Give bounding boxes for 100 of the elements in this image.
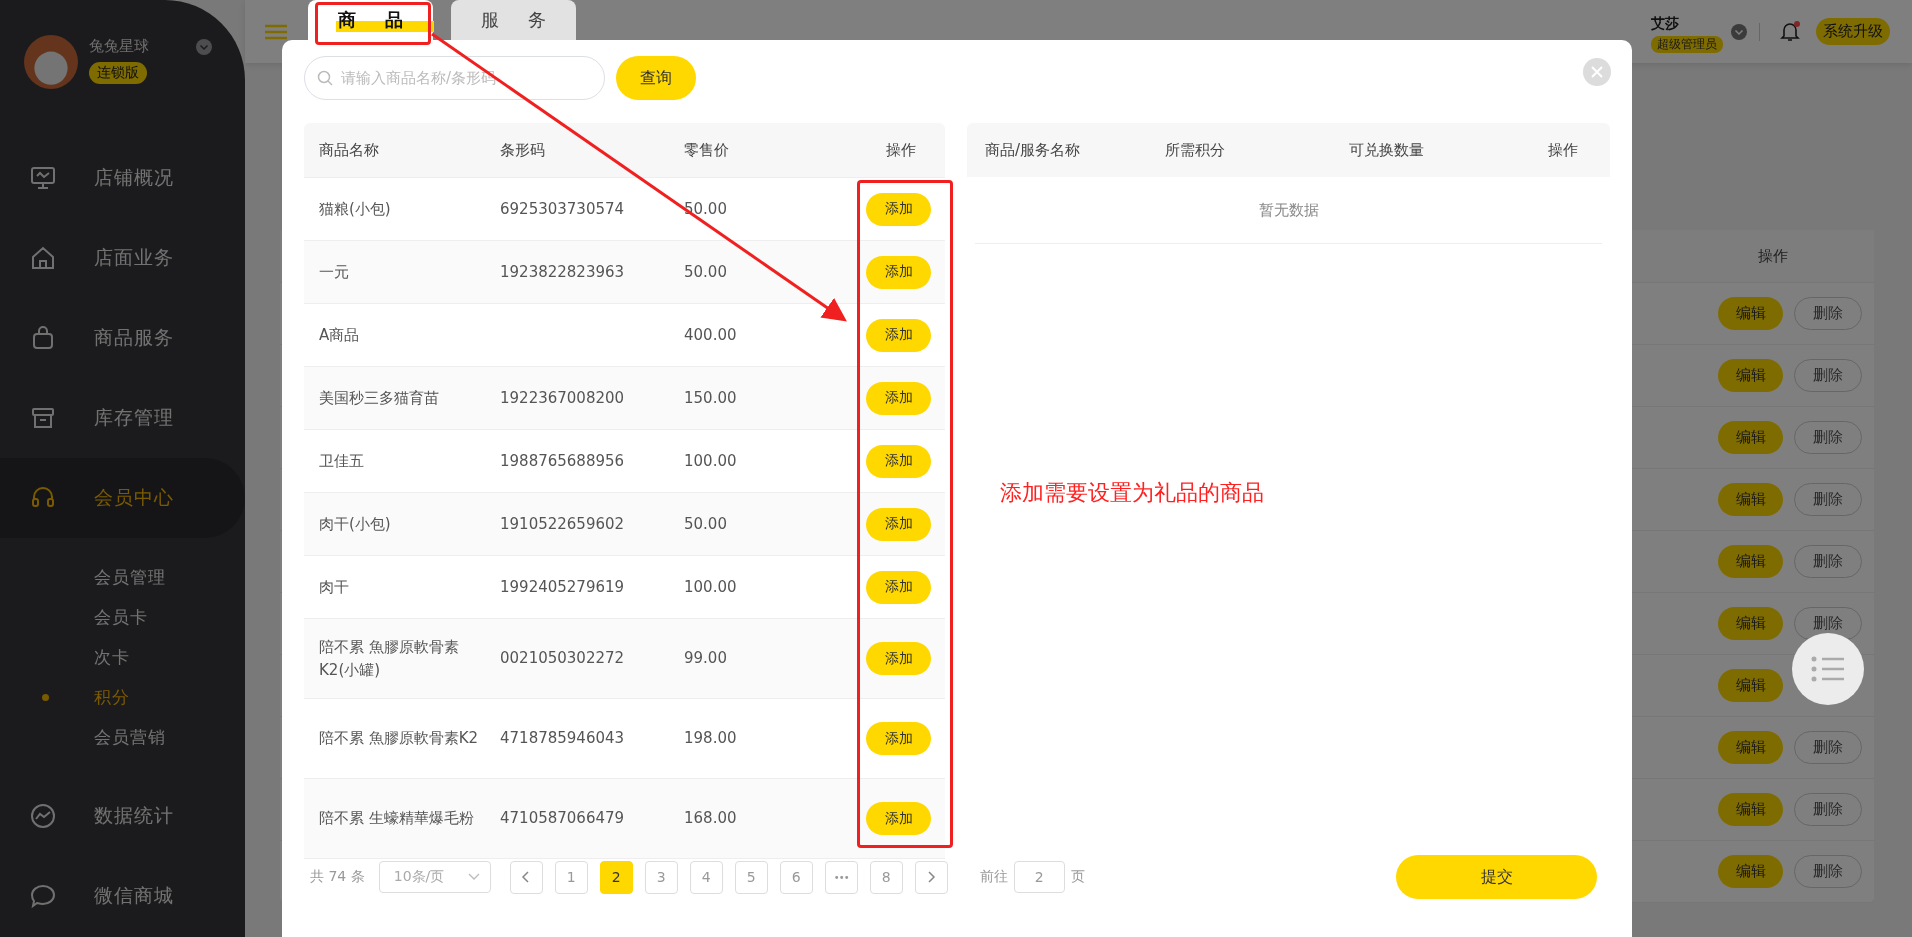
table-cell-text: 400.00 bbox=[684, 324, 738, 346]
page-button[interactable]: 4 bbox=[689, 860, 723, 894]
table-cell-text: 猫粮(小包) bbox=[318, 198, 392, 220]
nav-item[interactable]: 库存管理 bbox=[0, 378, 245, 458]
column-header: 零售价 bbox=[684, 139, 730, 161]
add-button[interactable]: 添加 bbox=[866, 642, 931, 675]
nav-item[interactable]: 数据统计 bbox=[0, 776, 245, 856]
previous-page-button[interactable] bbox=[509, 860, 543, 894]
edit-button[interactable]: 编辑 bbox=[1718, 359, 1783, 392]
bell-icon[interactable] bbox=[1780, 20, 1800, 43]
add-button[interactable]: 添加 bbox=[866, 444, 931, 478]
table-cell-text: 陪不累 生蠔精華爆毛粉 bbox=[318, 808, 475, 830]
nav-item[interactable]: 店铺概况 bbox=[0, 138, 245, 218]
submenu-item[interactable]: 会员管理 bbox=[0, 557, 245, 597]
delete-button[interactable]: 删除 bbox=[1794, 731, 1862, 764]
role-badge: 超级管理员 bbox=[1651, 35, 1723, 53]
page-button[interactable]: 3 bbox=[644, 860, 678, 894]
add-button[interactable]: 添加 bbox=[866, 318, 931, 352]
chevron-down-icon[interactable] bbox=[196, 39, 212, 55]
nav-item[interactable]: 店面业务 bbox=[0, 218, 245, 298]
table-cell-text: 肉干 bbox=[318, 576, 350, 598]
edit-button[interactable]: 编辑 bbox=[1718, 545, 1783, 578]
search-icon bbox=[317, 70, 333, 86]
delete-button[interactable]: 删除 bbox=[1794, 607, 1862, 640]
tab[interactable]: 服务 bbox=[451, 0, 576, 40]
chart-icon bbox=[30, 803, 56, 829]
nav-item[interactable]: 商品服务 bbox=[0, 298, 245, 378]
edit-button[interactable]: 编辑 bbox=[1718, 793, 1783, 826]
page-button[interactable]: 8 bbox=[869, 860, 903, 894]
page-size-select[interactable]: 10条/页 bbox=[378, 861, 491, 893]
column-header: 操作 bbox=[1758, 246, 1788, 266]
table-cell-text: 陪不累 魚膠原軟骨素K2 bbox=[318, 728, 480, 750]
table-cell-text: 198.00 bbox=[684, 728, 738, 750]
submit-button[interactable]: 提交 bbox=[1396, 855, 1597, 899]
goto-label: 前往 bbox=[979, 868, 1008, 886]
table-cell-text: 卫佳五 bbox=[318, 450, 365, 472]
add-button[interactable]: 添加 bbox=[866, 722, 931, 755]
add-button[interactable]: 添加 bbox=[866, 192, 931, 226]
nav-item[interactable]: 微信商城 bbox=[0, 856, 245, 936]
table-cell-text: 4718785946043 bbox=[500, 728, 626, 750]
selected-dot-icon bbox=[42, 694, 49, 701]
table-cell-text: 1988765688956 bbox=[500, 450, 626, 472]
chat-icon bbox=[30, 883, 56, 909]
submenu-item[interactable]: 次卡 bbox=[0, 637, 245, 677]
house-icon bbox=[30, 245, 56, 271]
table-cell-text: A商品 bbox=[318, 324, 361, 346]
chevron-down-icon[interactable] bbox=[1731, 23, 1747, 40]
table-cell-text: 50.00 bbox=[684, 261, 728, 283]
page-suffix: 页 bbox=[1070, 868, 1085, 886]
table-cell-text: 0021050302272 bbox=[500, 648, 626, 670]
menu-icon[interactable] bbox=[265, 23, 287, 40]
submenu-item[interactable]: 会员营销 bbox=[0, 717, 245, 757]
delete-button[interactable]: 删除 bbox=[1794, 359, 1862, 392]
edit-button[interactable]: 编辑 bbox=[1718, 421, 1783, 454]
delete-button[interactable]: 删除 bbox=[1794, 545, 1862, 578]
column-header: 条形码 bbox=[500, 139, 546, 161]
add-button[interactable]: 添加 bbox=[866, 802, 931, 835]
delete-button[interactable]: 删除 bbox=[1794, 483, 1862, 516]
user-name: 艾莎 bbox=[1651, 14, 1679, 33]
table-cell-text: 美国秒三多猫育苗 bbox=[318, 387, 440, 409]
next-page-button[interactable] bbox=[914, 860, 948, 894]
table-cell-text: 陪不累 魚膠原軟骨素K2(小罐) bbox=[318, 637, 460, 681]
page-button[interactable]: 6 bbox=[779, 860, 813, 894]
edit-button[interactable]: 编辑 bbox=[1718, 607, 1783, 640]
column-header: 商品名称 bbox=[318, 139, 380, 161]
edit-button[interactable]: 编辑 bbox=[1718, 483, 1783, 516]
delete-button[interactable]: 删除 bbox=[1794, 297, 1862, 330]
submenu-item[interactable]: 会员卡 bbox=[0, 597, 245, 637]
page-button[interactable]: 5 bbox=[734, 860, 768, 894]
delete-button[interactable]: 删除 bbox=[1794, 793, 1862, 826]
delete-button[interactable]: 删除 bbox=[1794, 421, 1862, 454]
column-header: 操作 bbox=[885, 139, 916, 161]
page-button[interactable]: ••• bbox=[824, 860, 858, 894]
edit-button[interactable]: 编辑 bbox=[1718, 855, 1783, 888]
upgrade-button[interactable]: 系统升级 bbox=[1816, 18, 1890, 45]
add-button[interactable]: 添加 bbox=[866, 255, 931, 289]
table-cell-text: 1922367008200 bbox=[500, 387, 626, 409]
add-button[interactable]: 添加 bbox=[866, 507, 931, 541]
edit-button[interactable]: 编辑 bbox=[1718, 669, 1783, 702]
add-button[interactable]: 添加 bbox=[866, 570, 931, 604]
edit-button[interactable]: 编辑 bbox=[1718, 297, 1783, 330]
nav-item[interactable]: 会员中心 bbox=[0, 458, 245, 538]
page-button[interactable]: 2 bbox=[599, 860, 633, 894]
chevron-left-icon bbox=[521, 870, 532, 884]
table-cell-text: 100.00 bbox=[684, 450, 738, 472]
page-input[interactable]: 2 bbox=[1013, 861, 1065, 893]
table-cell-text: 50.00 bbox=[684, 198, 728, 220]
monitor-icon bbox=[30, 165, 56, 191]
close-icon[interactable] bbox=[1583, 58, 1611, 86]
edit-button[interactable]: 编辑 bbox=[1718, 731, 1783, 764]
add-button[interactable]: 添加 bbox=[866, 381, 931, 415]
list-icon[interactable] bbox=[1792, 633, 1864, 705]
search-button[interactable]: 查询 bbox=[616, 56, 696, 100]
column-header: 可兑换数量 bbox=[1348, 140, 1425, 160]
delete-button[interactable]: 删除 bbox=[1794, 855, 1862, 888]
table-cell-text: 168.00 bbox=[684, 808, 738, 830]
page-button[interactable]: 1 bbox=[554, 860, 588, 894]
chevron-down-icon bbox=[467, 873, 480, 881]
submenu-item[interactable]: 积分 bbox=[0, 677, 245, 717]
column-header: 所需积分 bbox=[1164, 140, 1226, 160]
